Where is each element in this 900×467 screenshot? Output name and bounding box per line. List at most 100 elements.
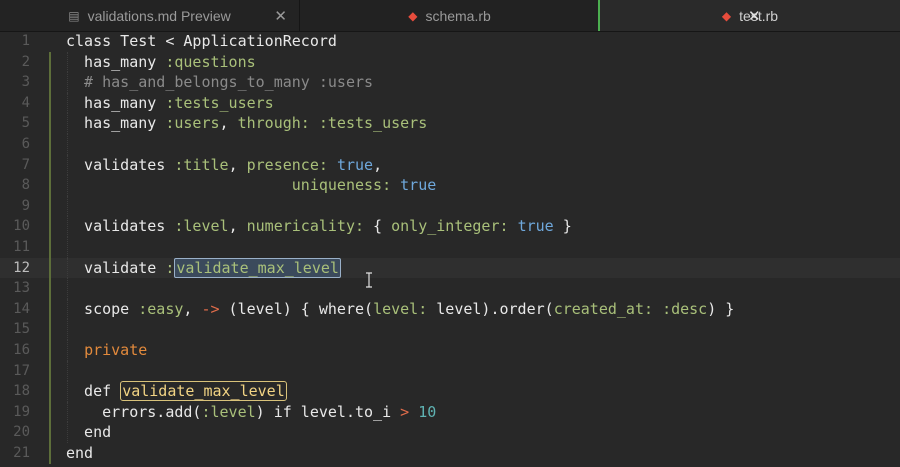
code-text: has_many :tests_users bbox=[66, 93, 274, 114]
indent-guide bbox=[67, 195, 68, 217]
indent-guide bbox=[67, 237, 68, 258]
git-modified-marker bbox=[49, 113, 51, 134]
code-line[interactable]: 1 class Test < ApplicationRecord bbox=[0, 31, 900, 52]
code-token: :tests_users bbox=[165, 93, 274, 112]
code-token: has_many bbox=[66, 93, 166, 112]
line-number: 1 bbox=[21, 33, 30, 49]
markdown-file-icon: ▤ bbox=[68, 8, 80, 23]
line-number: 2 bbox=[21, 53, 30, 70]
code-token: :easy bbox=[138, 299, 184, 318]
line-number: 18 bbox=[13, 383, 30, 400]
code-line[interactable]: 9 bbox=[0, 195, 900, 217]
code-token: def bbox=[66, 382, 121, 401]
code-token: :desc bbox=[662, 299, 708, 318]
code-line[interactable]: 15 bbox=[0, 319, 900, 340]
git-modified-marker bbox=[49, 340, 51, 361]
code-line[interactable]: 6 bbox=[0, 134, 900, 155]
code-token: true bbox=[336, 155, 374, 174]
code-token: has_many bbox=[66, 114, 166, 133]
code-editor[interactable]: 1 class Test < ApplicationRecord 2 has_man… bbox=[0, 31, 900, 467]
git-modified-marker bbox=[49, 216, 51, 237]
code-line[interactable]: 3 # has_and_belongs_to_many :users bbox=[0, 72, 900, 93]
git-modified-marker bbox=[49, 195, 51, 217]
code-line[interactable]: 19 errors.add(:level) if level.to_i > 10 bbox=[0, 401, 900, 423]
code-line[interactable]: 11 bbox=[0, 237, 900, 258]
code-token: , bbox=[373, 155, 383, 174]
code-text: has_many :users, through: :tests_users bbox=[66, 113, 427, 134]
git-modified-marker bbox=[49, 422, 51, 443]
code-token: validates bbox=[66, 217, 175, 236]
git-modified-marker bbox=[49, 257, 51, 279]
code-text: errors.add(:level) if level.to_i > 10 bbox=[66, 402, 436, 423]
git-modified-marker bbox=[49, 319, 51, 340]
code-token: class Test < ApplicationRecord bbox=[66, 32, 337, 50]
tab-test[interactable]: ◆ test.rb ✕ bbox=[600, 0, 900, 31]
git-modified-marker bbox=[49, 134, 51, 155]
line-number: 17 bbox=[13, 362, 30, 379]
code-token: :title bbox=[174, 155, 229, 174]
code-text: scope :easy, -> (level) { where(level: l… bbox=[66, 299, 734, 320]
code-text: validates :title, presence: true, bbox=[66, 155, 382, 176]
tab-schema[interactable]: ◆ schema.rb bbox=[300, 0, 600, 31]
close-icon[interactable]: ✕ bbox=[274, 7, 287, 25]
code-token: (level) { where( bbox=[219, 299, 374, 318]
code-token: # has_and_belongs_to_many :users bbox=[66, 73, 374, 92]
git-modified-marker bbox=[49, 237, 51, 258]
code-text: uniqueness: true bbox=[66, 175, 437, 196]
code-token: -> bbox=[201, 299, 220, 318]
ruby-gem-icon: ◆ bbox=[721, 8, 732, 23]
code-token: level: bbox=[373, 299, 428, 318]
code-line[interactable]: 14 scope :easy, -> (level) { where(level… bbox=[0, 298, 900, 320]
code-token: :questions bbox=[165, 52, 256, 71]
indent-guide bbox=[67, 134, 68, 155]
git-modified-marker bbox=[49, 443, 51, 464]
code-line[interactable]: 4 has_many :tests_users bbox=[0, 92, 900, 114]
git-modified-marker bbox=[49, 278, 51, 299]
code-token: , bbox=[228, 155, 247, 174]
code-text: private bbox=[66, 340, 147, 361]
code-line[interactable]: 18 def validate_max_level bbox=[0, 381, 900, 402]
git-modified-marker bbox=[49, 92, 51, 114]
line-number: 11 bbox=[13, 239, 30, 255]
code-text: validates :level, numericality: { only_i… bbox=[66, 216, 572, 237]
code-text: end bbox=[66, 443, 93, 464]
close-icon[interactable]: ✕ bbox=[748, 7, 761, 25]
line-number: 13 bbox=[13, 280, 30, 297]
code-line[interactable]: 16 private bbox=[0, 340, 900, 361]
code-token: level).order( bbox=[427, 299, 554, 318]
code-token: , bbox=[219, 114, 238, 133]
code-token: , bbox=[228, 217, 247, 236]
line-number: 4 bbox=[21, 94, 30, 111]
code-line[interactable]: 17 bbox=[0, 360, 900, 382]
line-number: 10 bbox=[13, 218, 30, 235]
line-number: 7 bbox=[21, 156, 30, 173]
indent-guide bbox=[67, 278, 68, 299]
line-number: 5 bbox=[21, 115, 30, 132]
code-line[interactable]: 21 end bbox=[0, 443, 900, 464]
code-text: def validate_max_level bbox=[66, 381, 287, 402]
git-modified-marker bbox=[49, 72, 51, 93]
code-token: uniqueness: bbox=[291, 176, 392, 195]
code-line[interactable]: 13 bbox=[0, 278, 900, 299]
code-token: { bbox=[364, 217, 392, 236]
code-token: private bbox=[84, 341, 148, 359]
code-line[interactable]: 12 validate : validate_max_level bbox=[0, 257, 900, 279]
code-line[interactable]: 10 validates :level, numericality: { onl… bbox=[0, 216, 900, 237]
code-text: validate : validate_max_level bbox=[66, 257, 341, 279]
tab-validations-preview[interactable]: ▤ validations.md Preview ✕ bbox=[0, 0, 300, 31]
code-text: class Test < ApplicationRecord bbox=[66, 31, 337, 52]
code-line[interactable]: 5 has_many :users, through: :tests_users bbox=[0, 113, 900, 134]
code-line[interactable]: 2 has_many :questions bbox=[0, 51, 900, 73]
code-token: } bbox=[553, 217, 572, 236]
indent-guide bbox=[67, 319, 68, 340]
code-line[interactable]: 7 validates :title, presence: true, bbox=[0, 154, 900, 176]
code-line[interactable]: 20 end bbox=[0, 422, 900, 443]
selected-symbol: validate_max_level bbox=[174, 257, 341, 278]
code-line[interactable]: 8 uniqueness: true bbox=[0, 175, 900, 196]
